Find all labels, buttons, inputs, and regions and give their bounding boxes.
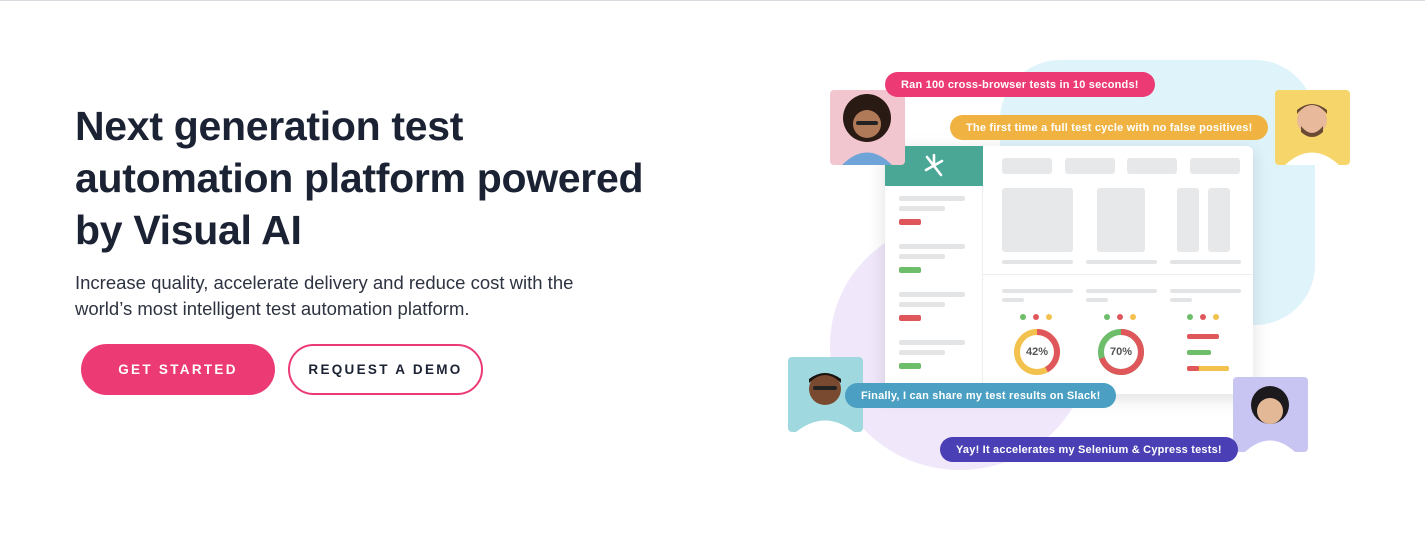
status-dot	[1117, 314, 1123, 320]
status-dot	[1046, 314, 1052, 320]
diff-region	[1212, 196, 1226, 206]
diff-region	[1181, 213, 1195, 223]
caption-line	[1002, 260, 1073, 264]
dashboard-tab	[1190, 158, 1240, 174]
sidebar-line	[899, 340, 965, 345]
status-dot	[1213, 314, 1219, 320]
caption-line	[1170, 260, 1241, 264]
hero-subtitle: Increase quality, accelerate delivery an…	[75, 272, 574, 319]
dashboard-mockup: 42% 70%	[885, 146, 1253, 394]
diff-region	[1105, 223, 1116, 233]
dashboard-tab	[1002, 158, 1052, 174]
sidebar-line	[899, 350, 945, 355]
status-dot	[1130, 314, 1136, 320]
legend-bar	[1187, 350, 1211, 355]
sidebar-line	[899, 254, 945, 259]
status-dot	[1104, 314, 1110, 320]
avatar-short-hair-woman	[1233, 377, 1308, 452]
status-bar-pass	[899, 267, 921, 273]
diff-region	[1110, 196, 1132, 211]
stat-line	[1170, 298, 1192, 302]
top-divider	[0, 0, 1425, 1]
donut-1-label: 42%	[1025, 346, 1049, 358]
status-bar-fail	[899, 315, 921, 321]
dashboard-tab	[1127, 158, 1177, 174]
dashboard-sidebar	[885, 146, 983, 394]
testimonial-bubble-3: Finally, I can share my test results on …	[845, 383, 1117, 408]
testimonial-bubble-2: The first time a full test cycle with no…	[950, 115, 1269, 140]
sidebar-line	[899, 206, 945, 211]
status-dot	[1187, 314, 1193, 320]
testimonial-bubble-4: Yay! It accelerates my Selenium & Cypres…	[940, 437, 1238, 462]
hero-illustration: 42% 70% Ran 100 cross-browser tests in 1…	[780, 50, 1380, 480]
hero-copy: Next generation test automation platform…	[75, 100, 675, 322]
caption-line	[1086, 260, 1157, 264]
stat-line	[1086, 289, 1157, 293]
status-dot	[1020, 314, 1026, 320]
diff-region	[1212, 213, 1226, 223]
donut-chart-1: 42%	[1013, 328, 1061, 376]
sidebar-line	[899, 292, 965, 297]
diff-region	[1181, 196, 1195, 206]
status-dot	[1033, 314, 1039, 320]
legend-bar	[1187, 334, 1219, 339]
donut-2-label: 70%	[1109, 346, 1133, 358]
sidebar-line	[899, 196, 965, 201]
testimonial-bubble-1: Ran 100 cross-browser tests in 10 second…	[885, 72, 1155, 97]
status-bar-pass	[899, 363, 921, 369]
stat-line	[1086, 298, 1108, 302]
avatar-curly-hair-woman	[830, 90, 905, 165]
diff-region	[1031, 199, 1061, 224]
request-demo-button[interactable]: REQUEST A DEMO	[288, 344, 483, 395]
dashboard-tab	[1065, 158, 1115, 174]
sidebar-line	[899, 244, 965, 249]
panel-divider	[983, 274, 1253, 275]
legend-bar	[1187, 366, 1199, 371]
cta-row: GET STARTED REQUEST A DEMO	[81, 344, 483, 395]
stat-line	[1002, 289, 1073, 293]
stat-line	[1002, 298, 1024, 302]
get-started-button[interactable]: GET STARTED	[81, 344, 275, 395]
status-bar-fail	[899, 219, 921, 225]
status-dot	[1200, 314, 1206, 320]
sidebar-line	[899, 302, 945, 307]
hero-title: Next generation test automation platform…	[75, 103, 644, 253]
avatar-bearded-man	[1275, 90, 1350, 165]
stat-line	[1170, 289, 1241, 293]
donut-chart-2: 70%	[1097, 328, 1145, 376]
